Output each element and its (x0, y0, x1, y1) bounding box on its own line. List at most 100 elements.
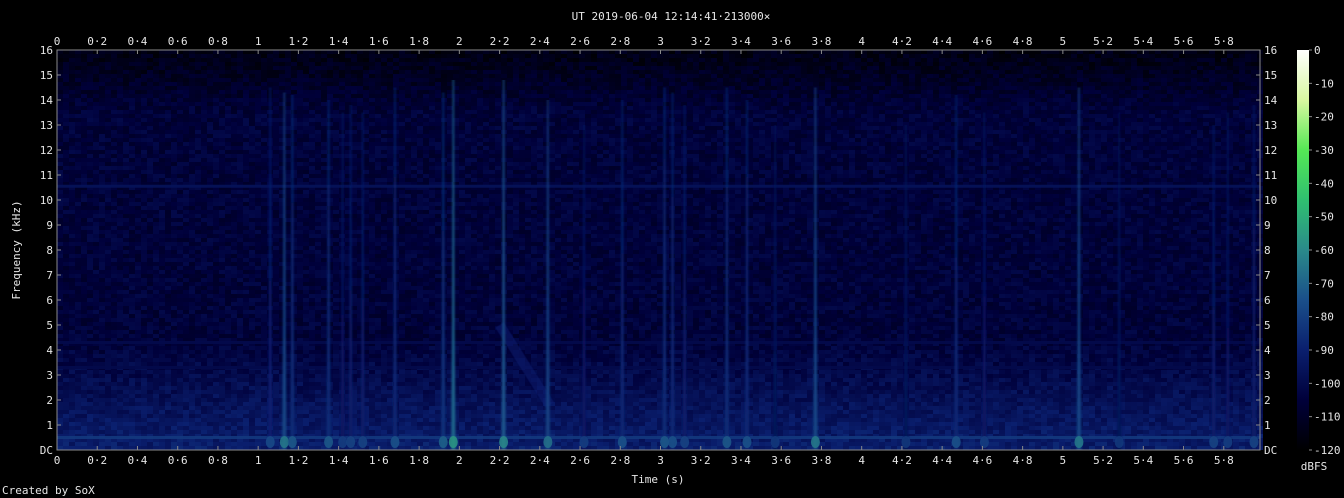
noise-cell (153, 54, 159, 58)
noise-cell (165, 58, 171, 62)
noise-cell (957, 58, 963, 62)
noise-cell (1155, 50, 1161, 54)
noise-cell (339, 78, 345, 82)
noise-cell (231, 66, 237, 70)
noise-cell (957, 54, 963, 58)
noise-cell (303, 74, 309, 78)
noise-cell (975, 58, 981, 62)
noise-cell (1161, 58, 1167, 62)
noise-cell (111, 74, 117, 78)
noise-cell (1131, 58, 1137, 62)
noise-cell (447, 82, 453, 86)
noise-cell (1251, 54, 1257, 58)
noise-cell (1077, 50, 1083, 54)
noise-cell (147, 50, 153, 54)
noise-cell (681, 66, 687, 70)
noise-cell (297, 54, 303, 58)
noise-cell (81, 58, 87, 62)
noise-cell (363, 66, 369, 70)
noise-cell (693, 66, 699, 70)
noise-cell (867, 54, 873, 58)
noise-cell (249, 54, 255, 58)
noise-cell (987, 70, 993, 74)
noise-cell (297, 62, 303, 66)
noise-cell (69, 66, 75, 70)
noise-cell (1155, 74, 1161, 78)
noise-cell (537, 82, 543, 86)
noise-cell (1125, 50, 1131, 54)
noise-cell (795, 74, 801, 78)
noise-cell (837, 70, 843, 74)
noise-cell (459, 62, 465, 66)
noise-cell (903, 62, 909, 66)
noise-cell (999, 50, 1005, 54)
noise-cell (1167, 58, 1173, 62)
noise-cell (339, 74, 345, 78)
noise-cell (339, 62, 345, 66)
noise-cell (1029, 58, 1035, 62)
noise-cell (207, 78, 213, 82)
noise-cell (585, 70, 591, 74)
noise-cell (741, 78, 747, 82)
noise-cell (321, 82, 327, 86)
noise-cell (939, 78, 945, 82)
noise-cell (495, 82, 501, 86)
noise-cell (1215, 54, 1221, 58)
noise-cell (1233, 50, 1239, 54)
noise-cell (213, 54, 219, 58)
noise-cell (159, 62, 165, 66)
noise-cell (789, 54, 795, 58)
noise-cell (513, 54, 519, 58)
noise-cell (579, 58, 585, 62)
noise-cell (1059, 66, 1065, 70)
noise-cell (201, 54, 207, 58)
noise-cell (321, 54, 327, 58)
noise-cell (1071, 58, 1077, 62)
noise-cell (165, 82, 171, 86)
noise-cell (729, 58, 735, 62)
noise-cell (615, 62, 621, 66)
noise-cell (393, 58, 399, 62)
noise-cell (609, 70, 615, 74)
noise-cell (543, 74, 549, 78)
noise-cell (153, 82, 159, 86)
noise-cell (417, 62, 423, 66)
noise-cell (891, 78, 897, 82)
noise-cell (513, 82, 519, 86)
noise-cell (867, 74, 873, 78)
noise-cell (57, 58, 63, 62)
noise-cell (111, 82, 117, 86)
noise-cell (993, 62, 999, 66)
noise-cell (657, 70, 663, 74)
noise-cell (1053, 70, 1059, 74)
noise-cell (537, 58, 543, 62)
noise-cell (111, 50, 117, 54)
noise-cell (81, 74, 87, 78)
noise-cell (69, 74, 75, 78)
noise-cell (177, 78, 183, 82)
noise-cell (717, 58, 723, 62)
noise-cell (441, 74, 447, 78)
noise-cell (1239, 58, 1245, 62)
noise-cell (945, 70, 951, 74)
noise-cell (231, 74, 237, 78)
noise-cell (375, 58, 381, 62)
noise-cell (1143, 62, 1149, 66)
noise-cell (189, 50, 195, 54)
noise-cell (849, 58, 855, 62)
noise-cell (939, 66, 945, 70)
noise-cell (981, 78, 987, 82)
noise-cell (1203, 78, 1209, 82)
noise-cell (201, 70, 207, 74)
noise-cell (1077, 58, 1083, 62)
noise-cell (855, 54, 861, 58)
noise-cell (1011, 58, 1017, 62)
noise-cell (399, 58, 405, 62)
noise-cell (1167, 74, 1173, 78)
noise-cell (651, 66, 657, 70)
noise-cell (633, 54, 639, 58)
noise-cell (1041, 50, 1047, 54)
noise-cell (447, 78, 453, 82)
noise-cell (219, 50, 225, 54)
noise-cell (627, 66, 633, 70)
